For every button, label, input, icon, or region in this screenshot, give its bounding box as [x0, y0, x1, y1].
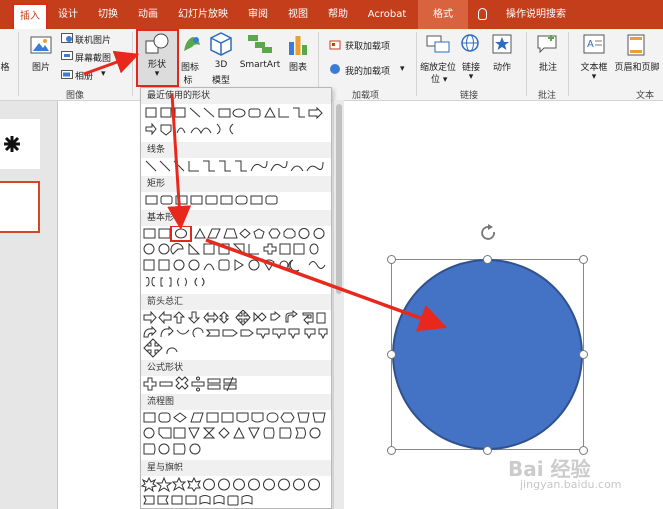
arrow-to-drawn-circle: [205, 238, 448, 332]
annotation-arrows-overlay: [83, 50, 448, 332]
arrow-to-oval-shape: [167, 93, 192, 230]
watermark-url: jingyan.baidu.com: [520, 478, 622, 491]
arrow-to-shapes-button: [83, 50, 140, 76]
